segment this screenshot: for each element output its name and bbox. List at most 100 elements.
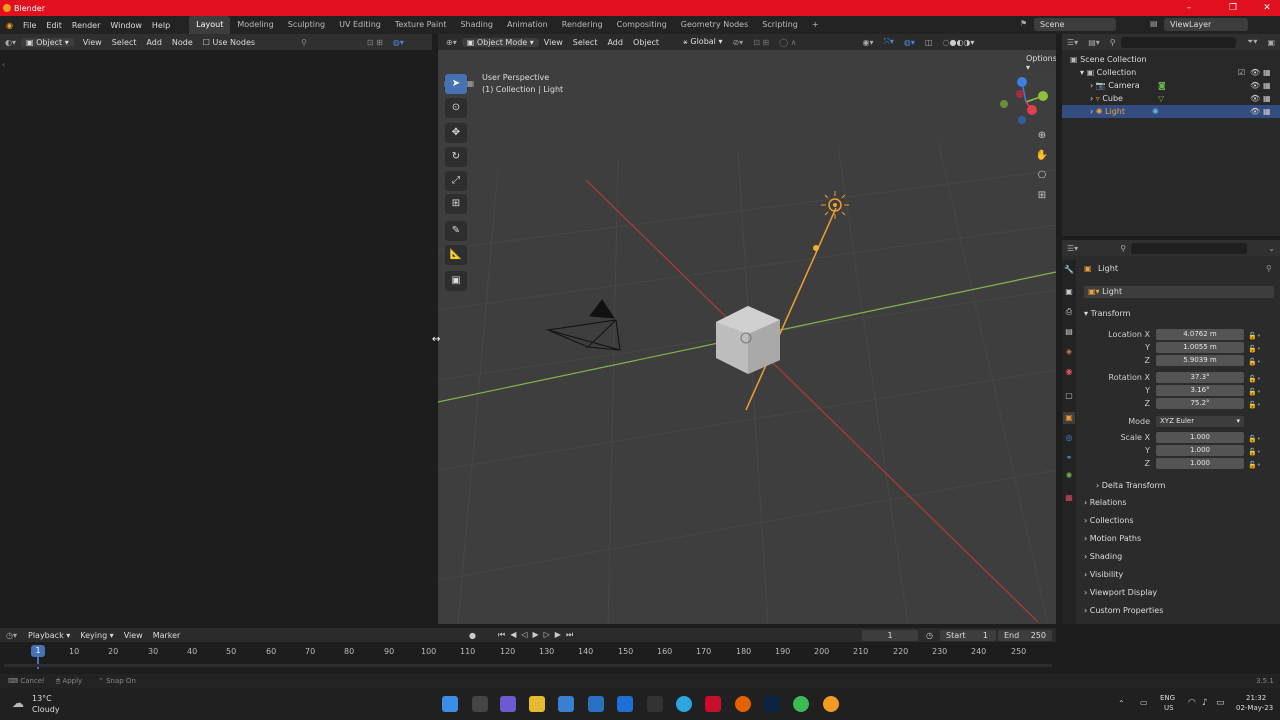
add-workspace-button[interactable]: + [805,16,826,34]
battery-icon[interactable]: ▭ [1216,698,1225,708]
scale-lock-icons[interactable]: 🔓• 🔓• 🔓• [1248,433,1261,472]
proportional-edit-icon[interactable]: ◯ ∧ [774,38,801,47]
file-explorer-taskbar-icon[interactable] [472,696,488,712]
tab-scripting[interactable]: Scripting [755,16,805,34]
properties-editor[interactable]: ☰▾ ⚲ ⌄ 🔧 ▣ ⎙ ▤ ◈ ◉ ▢ ▣ ◎ ⚭ ✺ ▦ ▣ Light ⚲… [1062,240,1280,624]
vp-menu-view[interactable]: View [539,38,568,47]
vp-menu-add[interactable]: Add [602,38,628,47]
move-tool-icon[interactable]: ✥ [445,123,467,143]
scale-z-field[interactable]: 1.000 [1156,458,1244,469]
light-object[interactable] [821,191,849,219]
camera-render-icon[interactable]: ▦ [1263,79,1271,92]
annotate-tool-icon[interactable]: ✎ [445,221,467,241]
camera-object[interactable] [546,299,621,351]
mesh-data-icon[interactable]: ▽ [1158,92,1164,105]
panel-viewport-display[interactable]: › Viewport Display [1084,585,1276,601]
tab-geometry-nodes[interactable]: Geometry Nodes [674,16,755,34]
new-collection-icon[interactable]: ▣ [1262,38,1280,47]
cube-eye-icon[interactable]: 👁 [1250,92,1260,105]
node-editor[interactable]: ◐▾ ▣ Object ▾ View Select Add Node ☐ Use… [0,34,432,624]
menu-add[interactable]: Add [141,38,167,47]
tl-menu-marker[interactable]: Marker [148,631,186,640]
output-tab-icon[interactable]: ⎙ [1063,306,1075,318]
expand-arrow-icon[interactable]: › [1090,81,1093,90]
cube-render-icon[interactable]: ▦ [1263,92,1271,105]
expand-arrow-icon[interactable]: › [1090,94,1093,103]
view-layer-selector[interactable]: ViewLayer [1164,18,1248,31]
menu-keying[interactable]: Keying ▾ [75,631,118,640]
rotation-y-field[interactable]: 3.16° [1156,385,1244,396]
scale-x-field[interactable]: 1.000 [1156,432,1244,443]
rotation-z-field[interactable]: 75.2° [1156,398,1244,409]
add-cube-tool-icon[interactable]: ▣ [445,271,467,291]
tab-rendering[interactable]: Rendering [555,16,610,34]
store-taskbar-icon[interactable] [558,696,574,712]
minimize-button[interactable]: – [1176,0,1202,16]
tab-animation[interactable]: Animation [500,16,555,34]
outliner-row-cube[interactable]: › ▿ Cube ▽ 👁 ▦ [1062,92,1280,105]
view-layer-tab-icon[interactable]: ▤ [1063,326,1075,338]
outliner-row-light[interactable]: › ✺ Light ✺ 👁 ▦ [1062,105,1280,118]
rotation-lock-icons[interactable]: 🔓• 🔓• 🔓• [1248,373,1261,412]
expand-arrow-icon[interactable]: ▾ [1080,68,1084,77]
3d-viewport[interactable]: ⊕▾ ▣ Object Mode ▾ View Select Add Objec… [438,34,1056,624]
cursor-tool-icon[interactable]: ⊙ [445,98,467,118]
language-primary[interactable]: ENG [1160,694,1175,702]
tray-app-icon[interactable]: ▭ [1140,698,1148,707]
blender-taskbar-icon[interactable] [823,696,839,712]
tab-layout[interactable]: Layout [189,16,231,34]
tab-texture-paint[interactable]: Texture Paint [388,16,454,34]
pan-hand-icon[interactable]: ✋ [1034,150,1050,166]
start-frame-field[interactable]: Start 1 [940,629,996,641]
render-tab-icon[interactable]: ▣ [1063,286,1075,298]
rotation-mode-dropdown[interactable]: XYZ Euler ▾ [1156,416,1244,427]
transform-tool-icon[interactable]: ⊞ [445,194,467,214]
end-frame-field[interactable]: End 250 [998,629,1052,641]
maximize-button[interactable]: ❐ [1220,0,1246,16]
vp-menu-select[interactable]: Select [568,38,603,47]
panel-relations[interactable]: › Relations [1084,495,1276,511]
shader-type-dropdown[interactable]: ▣ Object ▾ [21,37,74,47]
menu-render[interactable]: Render [67,21,105,30]
edge-taskbar-icon[interactable] [676,696,692,712]
preview-range-icon[interactable]: ◷ [926,631,933,640]
firefox-taskbar-icon[interactable] [735,696,751,712]
snap-icon[interactable]: ⊡ ⊞ [362,38,388,47]
physics-tab-icon[interactable]: ◎ [1063,432,1075,444]
camera-eye-icon[interactable]: 👁 [1250,79,1260,92]
menu-playback[interactable]: Playback ▾ [23,631,75,640]
zoom-icon[interactable]: ⊕ [1034,130,1050,146]
light-render-icon[interactable]: ▦ [1263,105,1271,118]
chrome-taskbar-icon[interactable] [793,696,809,712]
scene-tab-icon[interactable]: ◈ [1063,346,1075,358]
outliner-search-icon[interactable]: ⚲ [1105,38,1121,47]
xray-icon[interactable]: ◫ [920,38,938,47]
properties-options-icon[interactable]: ⌄ [1263,244,1280,253]
overlay-icon[interactable]: ◍▾ [388,38,409,47]
weather-icon[interactable]: ☁ [12,696,24,710]
menu-help[interactable]: Help [147,21,175,30]
object-tab-icon[interactable]: ▣ [1063,412,1075,424]
blender-menu-icon[interactable]: ◉ [0,21,18,30]
volume-icon[interactable]: ♪ [1202,698,1208,708]
timeline-editor-type-icon[interactable]: ◷▾ [0,631,23,640]
outliner-editor-type-icon[interactable]: ☰▾ [1062,38,1083,47]
mail-taskbar-icon[interactable] [588,696,604,712]
outliner-row-collection[interactable]: ▾ ▣ Collection ☑ 👁 ▦ [1062,66,1280,79]
current-frame-field[interactable]: 1 [862,629,918,641]
light-target-handle[interactable] [813,245,819,251]
tab-shading[interactable]: Shading [453,16,500,34]
collection-tab-icon[interactable]: ▢ [1063,390,1075,402]
filter-icon[interactable]: ⏷▾ [1242,37,1262,47]
tool-tab-icon[interactable]: 🔧 [1063,264,1075,276]
panel-visibility[interactable]: › Visibility [1084,567,1276,583]
tab-sculpting[interactable]: Sculpting [281,16,332,34]
texture-tab-icon[interactable]: ▦ [1063,492,1075,504]
tl-menu-view[interactable]: View [119,631,148,640]
tab-compositing[interactable]: Compositing [610,16,674,34]
vp-menu-object[interactable]: Object [628,38,664,47]
transform-panel-header[interactable]: ▾ Transform [1084,306,1276,322]
light-eye-icon[interactable]: 👁 [1250,105,1260,118]
tab-modeling[interactable]: Modeling [230,16,280,34]
pivot-icon[interactable]: ⊘▾ [727,38,748,47]
